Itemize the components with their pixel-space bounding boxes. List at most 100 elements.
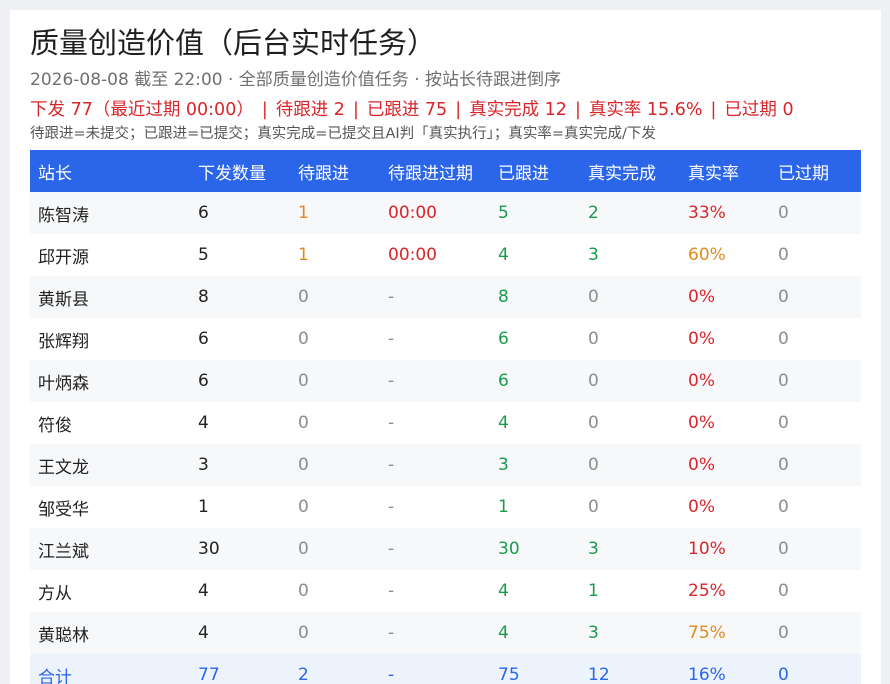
- cell-followed: 8: [498, 287, 509, 307]
- total-expired: 0: [778, 665, 789, 684]
- cell-name: 江兰斌: [38, 541, 89, 562]
- cell-real-done: 0: [588, 455, 599, 475]
- cell-pending: 0: [298, 371, 309, 391]
- cell-pending: 0: [298, 497, 309, 517]
- cell-pending: 0: [298, 539, 309, 559]
- cell-pending: 0: [298, 455, 309, 475]
- cell-real-done: 0: [588, 497, 599, 517]
- cell-pending: 0: [298, 287, 309, 307]
- cell-expired: 0: [778, 623, 789, 643]
- cell-real-rate: 0%: [688, 371, 715, 391]
- summary-separator: |: [261, 100, 268, 120]
- cell-pending-expire: -: [388, 497, 395, 517]
- cell-pending-expire: 00:00: [388, 245, 437, 265]
- summary-line: 下发 77（最近过期 00:00） | 待跟进 2 | 已跟进 75 | 真实完成 12 | 真…: [30, 98, 794, 122]
- column-header[interactable]: 站长: [30, 150, 190, 192]
- table-row[interactable]: 叶炳森 6 0 - 6 0 0% 0: [30, 360, 861, 402]
- cell-pending-expire: -: [388, 581, 395, 601]
- table-body: 陈智涛 6 1 00:00 5 2 33% 0 邱开源 5 1 00:00 4 3 60% 0 黄斯县 8 0-8 0…: [30, 192, 861, 684]
- summary-pending: 待跟进 2: [275, 100, 345, 120]
- table-row[interactable]: 方从 4 0 - 4 1 25% 0: [30, 570, 861, 612]
- cell-name: 黄聪林: [38, 625, 89, 646]
- cell-expired: 0: [778, 539, 789, 559]
- cell-issued: 8: [198, 287, 209, 307]
- cell-name: 黄斯县: [38, 289, 89, 310]
- cell-followed: 4: [498, 581, 509, 601]
- cell-pending: 0: [298, 329, 309, 349]
- cell-real-rate: 25%: [688, 581, 726, 601]
- cell-expired: 0: [778, 455, 789, 475]
- table-row[interactable]: 陈智涛 6 1 00:00 5 2 33% 0: [30, 192, 861, 234]
- total-real-done: 12: [588, 665, 610, 684]
- summary-expired: 已过期 0: [724, 100, 794, 120]
- table-row[interactable]: 王文龙 3 0 - 3 0 0% 0: [30, 444, 861, 486]
- cell-name: 王文龙: [38, 457, 89, 478]
- total-name: 合计: [38, 667, 72, 684]
- total-pending: 2: [298, 665, 309, 684]
- cell-real-rate: 75%: [688, 623, 726, 643]
- summary-real-rate: 真实率 15.6%: [588, 100, 703, 120]
- cell-real-rate: 0%: [688, 329, 715, 349]
- cell-issued: 4: [198, 581, 209, 601]
- definition-note: 待跟进=未提交；已跟进=已提交；真实完成=已提交且AI判「真实执行」；真实率=真…: [30, 126, 656, 142]
- column-header[interactable]: 已过期: [770, 150, 861, 192]
- cell-followed: 4: [498, 623, 509, 643]
- report-card: 质量创造价值（后台实时任务） 2026-08-08 截至 22:00 · 全部质…: [10, 10, 881, 684]
- cell-issued: 3: [198, 455, 209, 475]
- station-table: 站长 下发数量 待跟进 待跟进过期 已跟进 真实完成 真实率 已过期 陈智涛 6 1 00:00 5 2…: [30, 150, 861, 684]
- cell-name: 方从: [38, 583, 72, 604]
- cell-followed: 3: [498, 455, 509, 475]
- cell-expired: 0: [778, 245, 789, 265]
- cell-name: 陈智涛: [38, 205, 89, 226]
- table-header: 站长 下发数量 待跟进 待跟进过期 已跟进 真实完成 真实率 已过期: [30, 150, 861, 192]
- cell-real-rate: 0%: [688, 497, 715, 517]
- column-header[interactable]: 下发数量: [190, 150, 290, 192]
- cell-name: 邹受华: [38, 499, 89, 520]
- cell-pending: 0: [298, 581, 309, 601]
- column-header[interactable]: 已跟进: [490, 150, 580, 192]
- cell-real-done: 0: [588, 329, 599, 349]
- cell-pending: 1: [298, 203, 309, 223]
- cell-issued: 6: [198, 329, 209, 349]
- cell-followed: 1: [498, 497, 509, 517]
- column-header[interactable]: 真实完成: [580, 150, 680, 192]
- table-row[interactable]: 邹受华 1 0 - 1 0 0% 0: [30, 486, 861, 528]
- table-row[interactable]: 符俊 4 0 - 4 0 0% 0: [30, 402, 861, 444]
- cell-pending-expire: 00:00: [388, 203, 437, 223]
- cell-real-rate: 60%: [688, 245, 726, 265]
- summary-issued: 下发 77（最近过期 00:00）: [30, 100, 254, 120]
- cell-pending: 0: [298, 623, 309, 643]
- cell-real-rate: 0%: [688, 413, 715, 433]
- cell-issued: 6: [198, 371, 209, 391]
- cell-real-done: 3: [588, 539, 599, 559]
- table-row[interactable]: 张辉翔 6 0 - 6 0 0% 0: [30, 318, 861, 360]
- cell-followed: 30: [498, 539, 520, 559]
- cell-real-done: 0: [588, 287, 599, 307]
- cell-issued: 1: [198, 497, 209, 517]
- total-issued: 77: [198, 665, 220, 684]
- total-followed: 75: [498, 665, 520, 684]
- column-header[interactable]: 待跟进过期: [380, 150, 490, 192]
- cell-pending-expire: -: [388, 455, 395, 475]
- page-title: 质量创造价值（后台实时任务）: [30, 26, 437, 60]
- cell-pending-expire: -: [388, 413, 395, 433]
- table-row[interactable]: 黄斯县 8 0 - 8 0 0% 0: [30, 276, 861, 318]
- cell-pending-expire: -: [388, 371, 395, 391]
- cell-expired: 0: [778, 329, 789, 349]
- page-subtitle: 2026-08-08 截至 22:00 · 全部质量创造价值任务 · 按站长待跟…: [30, 70, 562, 90]
- cell-issued: 6: [198, 203, 209, 223]
- table-row[interactable]: 黄聪林 4 0 - 4 3 75% 0: [30, 612, 861, 654]
- table-row[interactable]: 江兰斌 30 0 - 30 3 10% 0: [30, 528, 861, 570]
- cell-expired: 0: [778, 287, 789, 307]
- cell-followed: 5: [498, 203, 509, 223]
- cell-expired: 0: [778, 371, 789, 391]
- column-header[interactable]: 真实率: [680, 150, 770, 192]
- cell-issued: 4: [198, 413, 209, 433]
- cell-pending-expire: -: [388, 539, 395, 559]
- cell-pending: 0: [298, 413, 309, 433]
- cell-pending: 1: [298, 245, 309, 265]
- table-row[interactable]: 邱开源 5 1 00:00 4 3 60% 0: [30, 234, 861, 276]
- cell-real-rate: 0%: [688, 455, 715, 475]
- cell-real-rate: 0%: [688, 287, 715, 307]
- column-header[interactable]: 待跟进: [290, 150, 380, 192]
